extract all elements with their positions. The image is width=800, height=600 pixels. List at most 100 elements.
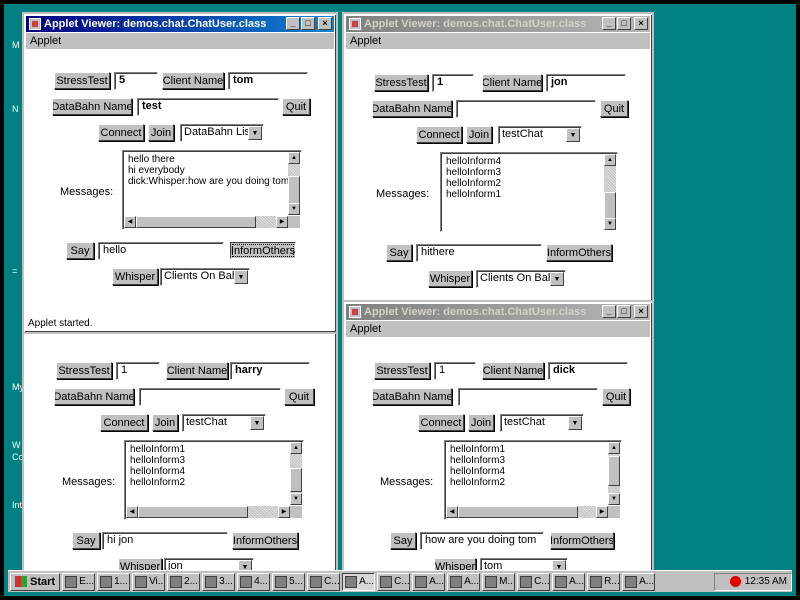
scroll-right-icon[interactable]: ▶ (596, 506, 608, 518)
minimize-icon[interactable]: _ (286, 17, 300, 30)
quit-button[interactable]: Quit (282, 98, 310, 115)
taskbar-item[interactable]: 2... (167, 572, 201, 591)
scroll-thumb[interactable] (608, 456, 620, 486)
taskbar-item[interactable]: A... (412, 572, 446, 591)
scroll-down-icon[interactable]: ▼ (290, 493, 302, 505)
menu-applet[interactable]: Applet (350, 323, 381, 335)
stress-test-field[interactable]: 1 (434, 362, 476, 380)
scroll-thumb[interactable] (138, 506, 248, 518)
scroll-down-icon[interactable]: ▼ (608, 493, 620, 505)
connect-button[interactable]: Connect (98, 124, 144, 141)
quit-button[interactable]: Quit (600, 100, 628, 117)
scroll-thumb[interactable] (458, 506, 578, 518)
maximize-icon[interactable]: □ (617, 305, 631, 318)
say-button[interactable]: Say (72, 532, 100, 549)
databahn-name-button[interactable]: DataBahn Name (54, 388, 134, 405)
scroll-thumb[interactable] (290, 468, 302, 492)
desktop-icon-label[interactable]: = (12, 266, 17, 276)
taskbar-item[interactable]: A... (622, 572, 656, 591)
taskbar-item[interactable]: 5... (272, 572, 306, 591)
databahn-name-field[interactable] (456, 100, 596, 118)
client-name-field[interactable]: tom (228, 72, 308, 90)
minimize-icon[interactable]: _ (602, 305, 616, 318)
quit-button[interactable]: Quit (602, 388, 630, 405)
java-app-icon[interactable] (29, 18, 41, 30)
start-button[interactable]: Start (10, 572, 61, 591)
messages-area[interactable]: helloInform1 helloInform3 helloInform4 h… (124, 440, 304, 520)
taskbar-item[interactable]: M... (482, 572, 516, 591)
whisper-choice[interactable]: Clients On Bahn ▼ (160, 268, 250, 286)
horizontal-scrollbar[interactable]: ◀ ▶ (126, 506, 290, 518)
taskbar-item[interactable]: 4... (237, 572, 271, 591)
stress-test-button[interactable]: StressTest (374, 74, 428, 91)
client-name-field[interactable]: dick (548, 362, 628, 380)
taskbar-item[interactable]: R... (587, 572, 621, 591)
messages-area[interactable]: helloInform1 helloInform3 helloInform4 h… (444, 440, 622, 520)
taskbar-item[interactable]: 1... (97, 572, 131, 591)
client-name-field[interactable]: jon (546, 74, 626, 92)
databahn-choice[interactable]: DataBahn List ▼ (180, 124, 264, 142)
stress-test-button[interactable]: StressTest (54, 72, 110, 89)
taskbar-item[interactable]: C... (517, 572, 551, 591)
close-icon[interactable]: × (634, 17, 648, 30)
taskbar-item[interactable]: A... (447, 572, 481, 591)
stop-icon[interactable] (729, 576, 741, 587)
chevron-down-icon[interactable]: ▼ (250, 416, 264, 430)
join-button[interactable]: Join (466, 126, 492, 143)
whisper-choice[interactable]: Clients On Bahn ▼ (476, 270, 566, 288)
stress-test-field[interactable]: 1 (432, 74, 474, 92)
clock[interactable]: 12:35 AM (745, 576, 787, 587)
desktop-icon-label[interactable]: M (12, 40, 20, 50)
whisper-button[interactable]: Whisper (428, 270, 472, 287)
databahn-choice[interactable]: testChat ▼ (182, 414, 266, 432)
say-field[interactable]: hithere (416, 244, 542, 262)
inform-others-button[interactable]: InformOthers (230, 242, 296, 259)
client-name-button[interactable]: Client Name (162, 72, 224, 89)
scroll-thumb[interactable] (136, 216, 256, 228)
chevron-down-icon[interactable]: ▼ (550, 272, 564, 286)
databahn-name-field[interactable] (139, 388, 281, 406)
join-button[interactable]: Join (148, 124, 174, 141)
java-app-icon[interactable] (349, 18, 361, 30)
taskbar-item[interactable]: C... (307, 572, 341, 591)
maximize-icon[interactable]: □ (617, 17, 631, 30)
databahn-name-field[interactable] (458, 388, 598, 406)
inform-others-button[interactable]: InformOthers (232, 532, 298, 549)
scroll-thumb[interactable] (288, 176, 300, 204)
vertical-scrollbar[interactable]: ▲ ▼ (290, 442, 302, 505)
taskbar-item[interactable]: A... (342, 572, 376, 591)
taskbar-item[interactable]: C... (377, 572, 411, 591)
vertical-scrollbar[interactable]: ▲ ▼ (604, 154, 616, 230)
connect-button[interactable]: Connect (416, 126, 462, 143)
vertical-scrollbar[interactable]: ▲ ▼ (608, 442, 620, 505)
client-name-button[interactable]: Client Name (166, 362, 228, 379)
horizontal-scrollbar[interactable]: ◀ ▶ (124, 216, 288, 228)
messages-area[interactable]: hello there hi everybody dick:Whisper:ho… (122, 150, 302, 230)
desktop-icon-label[interactable]: N (12, 104, 19, 114)
scroll-left-icon[interactable]: ◀ (126, 506, 138, 518)
client-name-button[interactable]: Client Name (482, 74, 542, 91)
scroll-left-icon[interactable]: ◀ (446, 506, 458, 518)
whisper-button[interactable]: Whisper (112, 268, 158, 285)
client-name-field[interactable]: harry (230, 362, 310, 380)
taskbar-item[interactable]: 3... (202, 572, 236, 591)
say-button[interactable]: Say (390, 532, 416, 549)
say-field[interactable]: hello (98, 242, 224, 260)
stress-test-button[interactable]: StressTest (56, 362, 112, 379)
connect-button[interactable]: Connect (100, 414, 148, 431)
say-button[interactable]: Say (66, 242, 94, 259)
scroll-up-icon[interactable]: ▲ (608, 442, 620, 454)
connect-button[interactable]: Connect (418, 414, 464, 431)
desktop-icon-label[interactable]: Int (12, 500, 22, 510)
scroll-down-icon[interactable]: ▼ (604, 218, 616, 230)
close-icon[interactable]: × (634, 305, 648, 318)
databahn-name-button[interactable]: DataBahn Name (372, 100, 452, 117)
scroll-right-icon[interactable]: ▶ (276, 216, 288, 228)
chevron-down-icon[interactable]: ▼ (248, 126, 262, 140)
scroll-up-icon[interactable]: ▲ (290, 442, 302, 454)
inform-others-button[interactable]: InformOthers (550, 532, 614, 549)
scroll-down-icon[interactable]: ▼ (288, 203, 300, 215)
say-field[interactable]: hi jon (102, 532, 228, 550)
taskbar-item[interactable]: Vi... (132, 572, 166, 591)
maximize-icon[interactable]: □ (301, 17, 315, 30)
